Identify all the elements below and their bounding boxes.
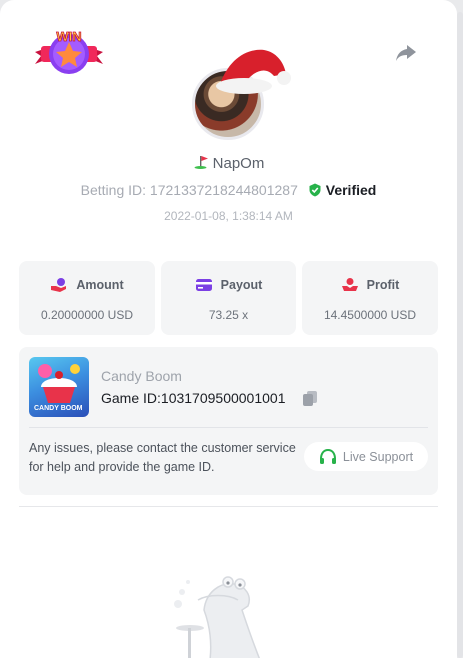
live-support-label: Live Support <box>342 449 414 464</box>
payout-label: Payout <box>220 278 263 292</box>
game-name: Candy Boom <box>101 368 182 384</box>
divider <box>29 427 428 428</box>
svg-text:CANDY BOOM: CANDY BOOM <box>34 405 83 412</box>
santa-hat-icon <box>216 49 291 94</box>
golf-flag-icon <box>194 156 208 169</box>
profit-stat: Profit 14.4500000 USD <box>302 261 438 335</box>
coins-hand-icon <box>51 278 67 292</box>
betting-id-row: Betting ID: 1721337218244801287 Verified <box>0 182 457 198</box>
bet-timestamp: 2022-01-08, 1:38:14 AM <box>164 209 293 223</box>
candy-cupcake-icon: CANDY BOOM <box>34 364 83 412</box>
verified-check-icon <box>309 183 321 197</box>
betting-id-label: Betting ID: <box>80 182 147 198</box>
betting-id-value: 1721337218244801287 <box>149 182 298 198</box>
scrollbar[interactable] <box>457 12 463 658</box>
game-info-panel: CANDY BOOM Candy Boom Game ID:1031709500… <box>19 347 438 495</box>
game-id-row: Game ID:1031709500001001 <box>101 390 285 406</box>
verified-label: Verified <box>325 182 377 198</box>
avatar <box>190 44 292 140</box>
section-divider <box>19 506 438 507</box>
payout-value: 73.25 x <box>208 308 249 322</box>
win-badge-icon: WIN <box>35 29 103 74</box>
live-support-button[interactable]: Live Support <box>304 442 428 471</box>
support-help-text: Any issues, please contact the customer … <box>29 441 296 474</box>
profit-label: Profit <box>366 278 400 292</box>
amount-label: Amount <box>76 278 124 292</box>
card-icon <box>195 279 212 291</box>
payout-stat: Payout 73.25 x <box>161 261 296 335</box>
amount-stat: Amount 0.20000000 USD <box>19 261 155 335</box>
copy-icon[interactable] <box>302 390 318 406</box>
share-arrow-icon[interactable] <box>393 40 419 66</box>
profit-value: 14.4500000 USD <box>323 308 417 322</box>
svg-text:WIN: WIN <box>56 29 81 44</box>
mascot-crocodile-icon <box>174 576 261 658</box>
profit-hand-icon <box>341 278 358 291</box>
game-id-value: 1031709500001001 <box>160 390 286 406</box>
game-id-label: Game ID: <box>101 390 161 406</box>
player-name: NapOm <box>212 155 265 172</box>
game-thumbnail[interactable]: CANDY BOOM <box>29 357 89 417</box>
headset-icon <box>319 448 336 464</box>
player-name-row: NapOm <box>0 155 457 172</box>
bet-detail-card: WIN NapOm Betting ID: 172133721824480128… <box>0 0 457 658</box>
amount-value: 0.20000000 USD <box>40 308 134 322</box>
